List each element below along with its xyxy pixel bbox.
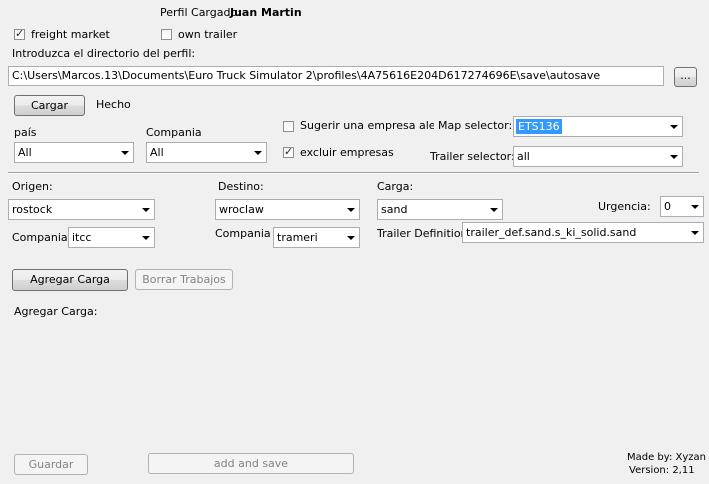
chevron-down-icon: [121, 151, 129, 155]
section-divider: [8, 172, 699, 174]
chevron-down-icon: [670, 125, 678, 129]
map-selector-label: Map selector:: [438, 119, 513, 132]
origen-compania-select[interactable]: itcc: [68, 227, 155, 248]
carga-select[interactable]: sand: [377, 199, 503, 220]
map-selector-select[interactable]: ETS136: [513, 116, 683, 137]
own-trailer-checkbox[interactable]: [161, 29, 172, 40]
compania-select[interactable]: All: [146, 142, 267, 163]
trailer-selector-label: Trailer selector:: [430, 150, 515, 163]
chevron-down-icon: [347, 236, 355, 240]
made-by-text: Made by: Xyzan: [627, 452, 707, 463]
version-text: Version: 2,11: [629, 465, 695, 476]
chevron-down-icon: [490, 208, 498, 212]
urgencia-value: 0: [664, 200, 671, 213]
map-selector-value: ETS136: [516, 119, 562, 134]
check-mark-icon: ✓: [15, 27, 25, 40]
freight-market-label: freight market: [31, 28, 110, 41]
directory-path-input[interactable]: C:\Users\Marcos.13\Documents\Euro Truck …: [8, 66, 664, 86]
agregar-carga-list-label: Agregar Carga:: [14, 305, 98, 318]
destino-compania-value: trameri: [277, 231, 318, 244]
origen-compania-label: Compania: [12, 231, 68, 244]
load-status: Hecho: [96, 98, 131, 111]
origen-label: Origen:: [12, 180, 53, 193]
carga-value: sand: [381, 203, 408, 216]
urgencia-select[interactable]: 0: [660, 196, 704, 217]
pais-value: All: [18, 146, 32, 159]
pais-select[interactable]: All: [14, 142, 134, 163]
exclude-companies-label: excluir empresas: [300, 146, 394, 159]
cargar-button[interactable]: Cargar: [14, 95, 85, 116]
urgencia-label: Urgencia:: [598, 200, 651, 213]
destino-compania-label: Compania: [215, 227, 271, 240]
pais-label: país: [14, 126, 37, 139]
borrar-trabajos-button[interactable]: Borrar Trabajos: [135, 269, 233, 290]
destino-label: Destino:: [218, 180, 264, 193]
destino-compania-select[interactable]: trameri: [273, 227, 360, 248]
compania-label: Compania: [146, 126, 202, 139]
trailer-definition-select[interactable]: trailer_def.sand.s_ki_solid.sand: [462, 222, 704, 243]
check-mark-icon: ✓: [284, 145, 294, 158]
compania-value: All: [150, 146, 164, 159]
chevron-down-icon: [142, 208, 150, 212]
trailer-definition-value: trailer_def.sand.s_ki_solid.sand: [466, 226, 637, 239]
profile-label: Perfil Cargado:: [160, 6, 241, 19]
directory-label: Introduzca el directorio del perfil:: [12, 47, 196, 60]
destino-select[interactable]: wroclaw: [215, 199, 360, 220]
origen-select[interactable]: rostock: [8, 199, 155, 220]
destino-value: wroclaw: [219, 203, 264, 216]
profile-name: Juan Martin: [230, 6, 302, 19]
carga-label: Carga:: [377, 180, 414, 193]
origen-compania-value: itcc: [72, 231, 92, 244]
chevron-down-icon: [254, 151, 262, 155]
agregar-carga-button[interactable]: Agregar Carga: [12, 269, 128, 291]
exclude-companies-checkbox[interactable]: ✓: [283, 145, 294, 158]
freight-market-checkbox[interactable]: ✓: [14, 27, 25, 40]
cargo-list-area: [8, 322, 698, 442]
chevron-down-icon: [691, 205, 699, 209]
trailer-selector-value: all: [517, 150, 530, 163]
own-trailer-label: own trailer: [178, 28, 238, 41]
suggest-company-checkbox[interactable]: [283, 121, 294, 132]
chevron-down-icon: [670, 155, 678, 159]
trailer-selector-select[interactable]: all: [513, 146, 683, 167]
chevron-down-icon: [347, 208, 355, 212]
guardar-button[interactable]: Guardar: [14, 454, 88, 475]
trailer-definition-label: Trailer Definition: [377, 227, 468, 240]
suggest-company-label: Sugerir una empresa aleatoria: [300, 119, 434, 132]
origen-value: rostock: [12, 203, 53, 216]
chevron-down-icon: [142, 236, 150, 240]
browse-button[interactable]: ...: [674, 67, 697, 87]
add-and-save-button[interactable]: add and save: [148, 453, 354, 474]
chevron-down-icon: [691, 231, 699, 235]
